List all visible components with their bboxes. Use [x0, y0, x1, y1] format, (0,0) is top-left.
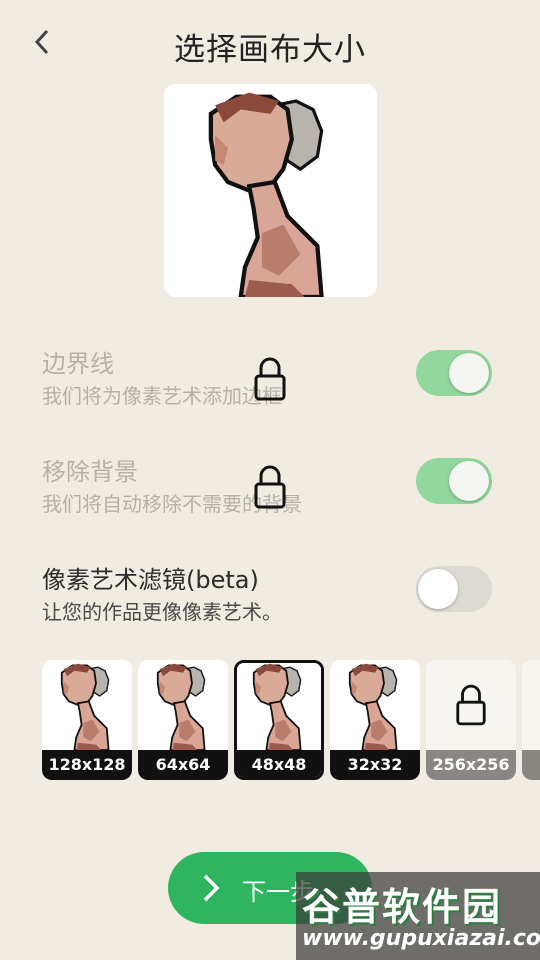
- size-label: 128x128: [42, 750, 132, 780]
- size-option-128[interactable]: 128x128: [42, 660, 132, 780]
- border-toggle[interactable]: [416, 350, 492, 396]
- watermark-url: www.gupuxiazai.com: [302, 926, 540, 951]
- remove-background-toggle[interactable]: [416, 458, 492, 504]
- option-border-description: 我们将为像素艺术添加边框: [42, 384, 282, 408]
- option-pixel-filter: 像素艺术滤镜(beta) 让您的作品更像像素艺术。: [0, 560, 540, 640]
- page-title: 选择画布大小: [174, 32, 366, 68]
- top-bar: 选择画布大小: [0, 0, 540, 88]
- size-thumbnail: [234, 660, 324, 750]
- toggle-knob: [418, 569, 458, 609]
- size-thumbnail: [42, 660, 132, 750]
- size-thumbnail: [330, 660, 420, 750]
- size-label: [522, 750, 540, 780]
- lock-icon: [454, 682, 488, 728]
- canvas-size-list[interactable]: 128x128 64x64 48x48 32x32 256x256: [42, 660, 540, 780]
- option-pixel-filter-label: 像素艺术滤镜(beta): [42, 566, 259, 594]
- option-pixel-filter-description: 让您的作品更像像素艺术。: [42, 600, 282, 624]
- canvas-preview-image: [164, 84, 377, 297]
- watermark: 谷普软件园 www.gupuxiazai.com: [296, 872, 540, 960]
- size-option-48[interactable]: 48x48: [234, 660, 324, 780]
- option-remove-background-label: 移除背景: [42, 458, 138, 486]
- pixel-filter-toggle[interactable]: [416, 566, 492, 612]
- size-option-more[interactable]: [522, 660, 540, 780]
- toggle-knob: [449, 353, 489, 393]
- size-thumbnail: [138, 660, 228, 750]
- option-border: 边界线 我们将为像素艺术添加边框: [0, 344, 540, 424]
- option-remove-background: 移除背景 我们将自动移除不需要的背景: [0, 452, 540, 532]
- size-label: 64x64: [138, 750, 228, 780]
- size-option-32[interactable]: 32x32: [330, 660, 420, 780]
- lock-icon: [252, 356, 288, 402]
- lock-icon: [252, 464, 288, 510]
- size-label: 48x48: [237, 750, 321, 777]
- size-option-64[interactable]: 64x64: [138, 660, 228, 780]
- chevron-right-icon: [203, 874, 220, 902]
- toggle-knob: [449, 461, 489, 501]
- size-label: 32x32: [330, 750, 420, 780]
- option-border-label: 边界线: [42, 350, 114, 378]
- size-option-256[interactable]: 256x256: [426, 660, 516, 780]
- watermark-title: 谷普软件园: [302, 885, 503, 929]
- size-label: 256x256: [426, 750, 516, 780]
